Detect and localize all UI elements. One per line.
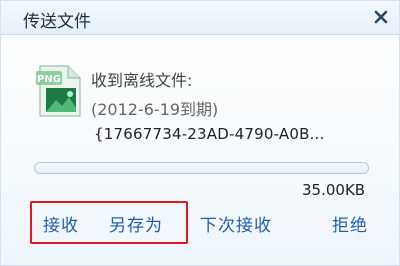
svg-text:PNG: PNG	[37, 74, 61, 85]
close-icon	[374, 10, 388, 24]
save-as-button[interactable]: 另存为	[109, 211, 163, 236]
file-size: 35.00KB	[302, 181, 366, 199]
title-bar: 传送文件	[1, 1, 399, 35]
expiry-date: (2012-6-19到期)	[91, 100, 219, 119]
accept-button[interactable]: 接收	[43, 211, 79, 236]
window-title: 传送文件	[23, 12, 91, 32]
transfer-progress-bar	[34, 162, 369, 174]
close-button[interactable]	[370, 6, 392, 28]
file-transfer-window: 传送文件 PNG 收到离线文件: (2012-6-19到期) {17667734…	[0, 0, 400, 266]
reject-button[interactable]: 拒绝	[332, 211, 368, 236]
png-file-icon: PNG	[34, 64, 84, 118]
offline-file-status: 收到离线文件:	[91, 71, 193, 90]
file-name: {17667734-23AD-4790-A0B...	[94, 125, 325, 143]
receive-later-button[interactable]: 下次接收	[200, 211, 272, 236]
